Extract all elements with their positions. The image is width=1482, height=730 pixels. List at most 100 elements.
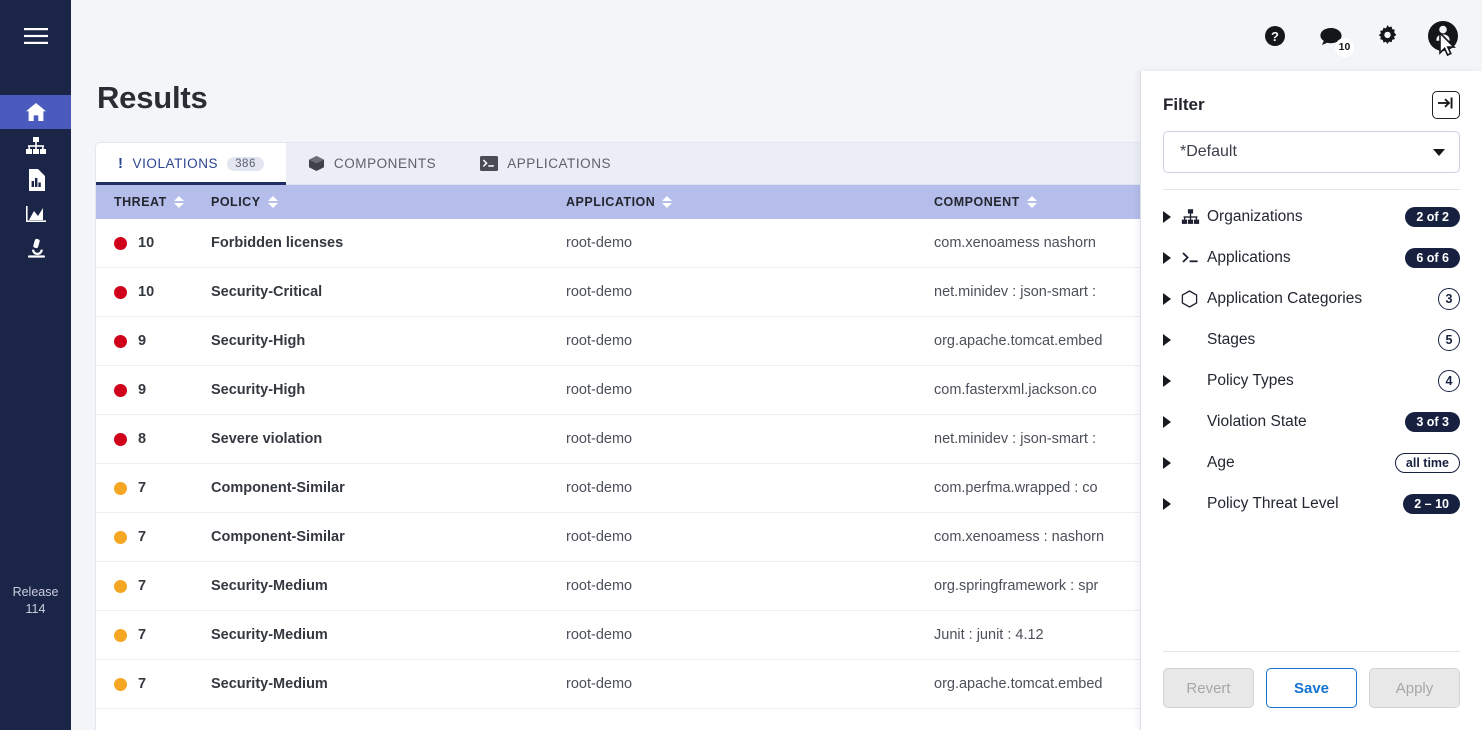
cell-application: root-demo: [566, 578, 633, 594]
column-header-application[interactable]: APPLICATION: [566, 195, 934, 209]
area-chart-icon: [25, 205, 47, 223]
hamburger-menu-button[interactable]: [0, 0, 71, 71]
filter-group-application-categories[interactable]: Application Categories 3: [1163, 278, 1460, 319]
filter-group-violation-state[interactable]: Violation State 3 of 3: [1163, 401, 1460, 442]
column-header-threat-label: THREAT: [114, 195, 167, 209]
filter-group-label: Application Categories: [1207, 289, 1363, 307]
filter-panel-footer: Revert Save Apply: [1141, 652, 1482, 730]
filter-group-applications[interactable]: Applications 6 of 6: [1163, 237, 1460, 278]
chevron-down-icon: [1433, 148, 1445, 156]
cell-application: root-demo: [566, 235, 633, 251]
revert-button[interactable]: Revert: [1163, 668, 1254, 708]
filter-group-badge: 5: [1438, 328, 1460, 351]
severity-dot: [114, 677, 127, 691]
filter-group-policy-threat-level[interactable]: Policy Threat Level 2 – 10: [1163, 483, 1460, 524]
tab-applications-label: APPLICATIONS: [507, 156, 612, 171]
svg-text:?: ?: [1271, 29, 1279, 44]
collapse-panel-button[interactable]: [1432, 91, 1460, 119]
filter-group-list: Organizations 2 of 2 Applications 6 of 6 App…: [1141, 190, 1482, 651]
microscope-icon: [25, 238, 47, 258]
hexagon-icon: [1181, 289, 1207, 308]
page-title: Results: [97, 80, 208, 115]
filter-group-badge: 3: [1438, 287, 1460, 310]
save-button[interactable]: Save: [1266, 668, 1357, 708]
help-button[interactable]: ?: [1260, 21, 1290, 51]
filter-panel: Filter *Default Organizations 2 of 2 Appli…: [1140, 71, 1482, 730]
column-header-policy-label: POLICY: [211, 195, 261, 209]
user-avatar-button[interactable]: [1428, 20, 1458, 51]
threat-value: 7: [138, 627, 147, 643]
cube-icon: [308, 155, 325, 172]
filter-group-badge: 6 of 6: [1405, 247, 1460, 268]
terminal-icon: [1181, 250, 1207, 265]
cell-application: root-demo: [566, 529, 633, 545]
cell-application: root-demo: [566, 284, 633, 300]
sidebar-item-home[interactable]: [0, 95, 71, 129]
tab-violations-label: VIOLATIONS: [132, 156, 219, 171]
expand-triangle-icon[interactable]: [1163, 415, 1181, 428]
threat-value: 10: [138, 235, 155, 251]
filter-group-age[interactable]: Age all time: [1163, 442, 1460, 483]
sidebar-item-organizations[interactable]: [0, 129, 71, 163]
expand-triangle-icon[interactable]: [1163, 456, 1181, 469]
filter-group-label: Violation State: [1207, 412, 1307, 430]
filter-group-badge: 3 of 3: [1405, 411, 1460, 432]
expand-triangle-icon[interactable]: [1163, 210, 1181, 223]
expand-triangle-icon[interactable]: [1163, 497, 1181, 510]
filter-group-badge: all time: [1394, 452, 1460, 473]
filter-group-label: Stages: [1207, 330, 1256, 348]
terminal-icon: [480, 156, 499, 171]
tab-applications[interactable]: APPLICATIONS: [458, 143, 633, 184]
filter-preset-value: *Default: [1180, 143, 1237, 160]
sidebar-item-dashboard[interactable]: [0, 197, 71, 231]
filter-group-organizations[interactable]: Organizations 2 of 2: [1163, 196, 1460, 237]
sidebar-item-reports[interactable]: [0, 163, 71, 197]
threat-value: 8: [138, 431, 147, 447]
sort-icon: [1026, 196, 1037, 208]
threat-value: 7: [138, 480, 147, 496]
release-number: 114: [25, 602, 46, 616]
cell-policy: Security-High: [211, 382, 306, 398]
cell-application: root-demo: [566, 333, 633, 349]
tab-violations[interactable]: ! VIOLATIONS 386: [96, 143, 286, 185]
settings-button[interactable]: [1372, 21, 1402, 51]
filter-preset-wrap: *Default: [1141, 125, 1482, 173]
cell-policy: Component-Similar: [211, 529, 345, 545]
sort-icon: [173, 196, 184, 208]
filter-panel-title: Filter: [1163, 95, 1205, 114]
notifications-button[interactable]: 10: [1316, 21, 1354, 57]
filter-group-label: Organizations: [1207, 207, 1303, 225]
filter-group-stages[interactable]: Stages 5: [1163, 319, 1460, 360]
filter-group-badge: 4: [1438, 369, 1460, 392]
column-header-application-label: APPLICATION: [566, 195, 656, 209]
notification-count-badge: 10: [1335, 37, 1354, 57]
filter-group-label: Age: [1207, 453, 1235, 471]
cell-policy: Security-Medium: [211, 676, 328, 692]
severity-dot: [114, 334, 127, 348]
sort-icon: [662, 196, 673, 208]
tab-components-label: COMPONENTS: [333, 156, 437, 171]
release-label: Release: [12, 585, 59, 599]
cell-policy: Security-Medium: [211, 627, 328, 643]
report-document-icon: [27, 169, 45, 191]
expand-triangle-icon[interactable]: [1163, 333, 1181, 346]
filter-preset-select[interactable]: *Default: [1163, 131, 1460, 173]
threat-value: 9: [138, 382, 147, 398]
cell-policy: Component-Similar: [211, 480, 345, 496]
sidebar-item-research[interactable]: [0, 231, 71, 265]
column-header-threat[interactable]: THREAT: [96, 195, 211, 209]
filter-group-badge: 2 – 10: [1403, 493, 1460, 514]
expand-triangle-icon[interactable]: [1163, 251, 1181, 264]
severity-dot: [114, 236, 127, 250]
column-header-policy[interactable]: POLICY: [211, 195, 566, 209]
cell-application: root-demo: [566, 382, 633, 398]
expand-triangle-icon[interactable]: [1163, 292, 1181, 305]
filter-group-badge: 2 of 2: [1405, 206, 1460, 227]
apply-button[interactable]: Apply: [1369, 668, 1460, 708]
expand-triangle-icon[interactable]: [1163, 374, 1181, 387]
tab-components[interactable]: COMPONENTS: [286, 143, 458, 184]
filter-group-policy-types[interactable]: Policy Types 4: [1163, 360, 1460, 401]
cell-threat: 9: [96, 382, 211, 398]
cell-threat: 10: [96, 284, 211, 300]
top-bar: ? 10: [71, 0, 1482, 71]
